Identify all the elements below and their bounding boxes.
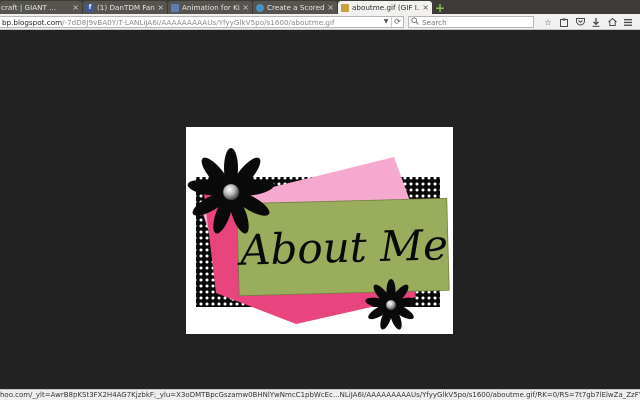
chevron-down-icon[interactable]: ▼ <box>381 17 391 27</box>
search-box[interactable] <box>408 16 534 28</box>
url-path: /-7dD8J9vBA0Y/T-LANLiJA6I/AAAAAAAAAUs/Yf… <box>62 17 335 27</box>
search-icon <box>411 17 420 27</box>
site-icon <box>171 3 179 12</box>
close-icon[interactable]: × <box>242 3 249 12</box>
page-viewport: About Me <box>0 30 640 390</box>
bookmark-star-icon[interactable]: ☆ <box>540 16 556 28</box>
home-icon[interactable] <box>604 16 620 28</box>
toolbar-buttons: ☆ <box>540 16 636 28</box>
url-bar[interactable]: bp.blogspot.com /-7dD8J9vBA0Y/T-LANLiJA6… <box>0 16 404 28</box>
reload-icon[interactable]: ⟳ <box>391 17 403 27</box>
tab-dantdm-fans[interactable]: f (1) DanTDM Fans × <box>83 1 167 14</box>
navigation-bar: bp.blogspot.com /-7dD8J9vBA0Y/T-LANLiJA6… <box>0 14 640 30</box>
status-link-text: hoo.com/_ylt=AwrB8pKSt3FX2H4AG7KjzbkF;_y… <box>0 391 640 399</box>
status-bar: hoo.com/_ylt=AwrB8pKSt3FX2H4AG7KjzbkF;_y… <box>0 389 640 400</box>
pocket-icon[interactable] <box>572 16 588 28</box>
globe-icon <box>256 3 264 12</box>
clipboard-icon[interactable] <box>556 16 572 28</box>
tab-label: craft | GIANT ... <box>1 3 57 12</box>
tab-strip: craft | GIANT ... × f (1) DanTDM Fans × … <box>0 0 640 15</box>
tab-label: Create a Scored Q... <box>267 3 325 12</box>
tab-label: (1) DanTDM Fans <box>97 3 156 12</box>
menu-icon[interactable] <box>620 16 636 28</box>
new-tab-button[interactable]: + <box>433 1 447 15</box>
url-host: bp.blogspot.com <box>2 17 63 27</box>
search-input[interactable] <box>422 17 522 27</box>
tab-aboutme-gif[interactable]: aboutme.gif (GIF I... × <box>338 1 432 14</box>
tab-animation-for-kids[interactable]: Animation for Kid... × <box>168 1 252 14</box>
facebook-icon: f <box>86 3 94 12</box>
tab-label: Animation for Kid... <box>182 3 240 12</box>
close-icon[interactable]: × <box>157 3 164 12</box>
image-icon <box>341 3 349 12</box>
tab-craft-giant[interactable]: craft | GIANT ... × <box>0 1 82 14</box>
about-me-image: About Me <box>186 127 453 334</box>
tab-label: aboutme.gif (GIF I... <box>352 3 421 12</box>
close-icon[interactable]: × <box>327 3 334 12</box>
close-icon[interactable]: × <box>72 3 79 12</box>
download-icon[interactable] <box>588 16 604 28</box>
about-me-title: About Me <box>236 220 449 275</box>
tab-create-scored-quiz[interactable]: Create a Scored Q... × <box>253 1 337 14</box>
close-icon[interactable]: × <box>422 3 429 12</box>
